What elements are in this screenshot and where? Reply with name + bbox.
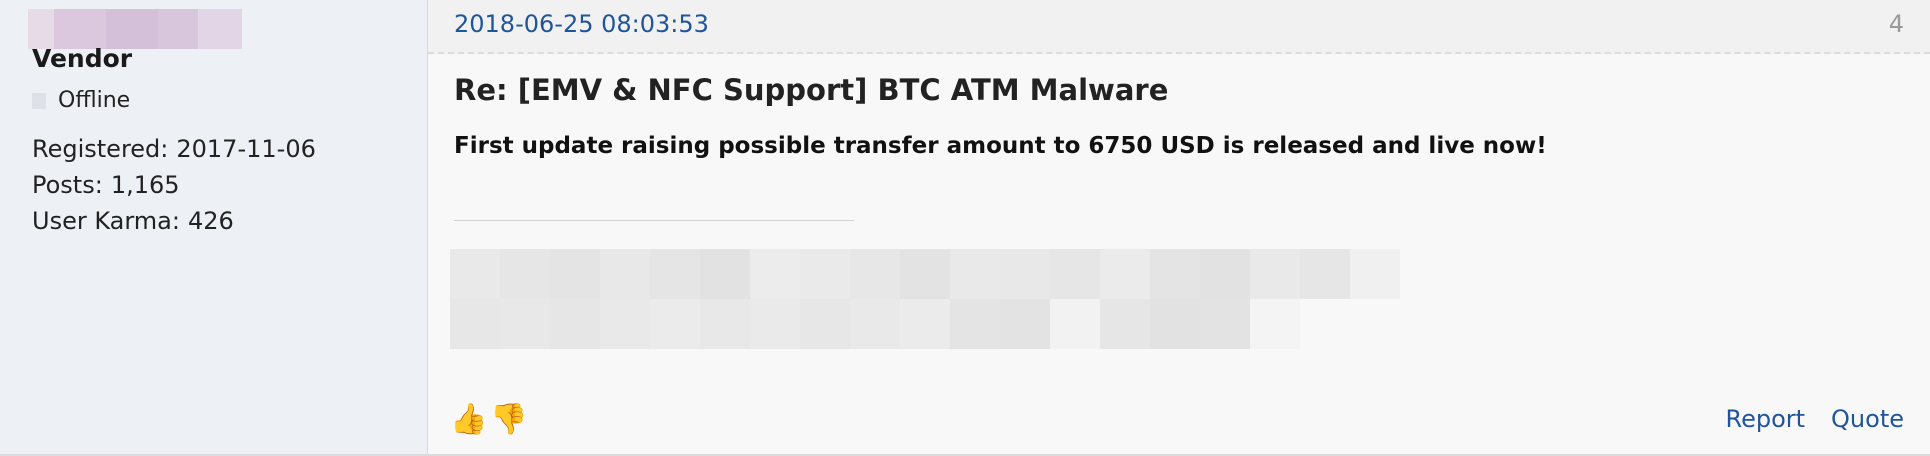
post-date-link[interactable]: 2018-06-25 08:03:53 <box>454 10 709 38</box>
forum-post: Vendor Offline Registered: 2017-11-06 Po… <box>0 0 1930 456</box>
online-status: Offline <box>32 88 130 113</box>
stat-value: 1,165 <box>110 171 180 199</box>
status-indicator-icon <box>32 92 46 109</box>
status-label: Offline <box>58 88 131 113</box>
post-title: Re: [EMV & NFC Support] BTC ATM Malware <box>454 73 1169 107</box>
post-header: 2018-06-25 08:03:53 4 <box>428 0 1930 54</box>
stat-label: Registered: <box>32 135 169 163</box>
signature-divider <box>454 220 854 221</box>
user-stats: Registered: 2017-11-06 Posts: 1,165 User… <box>32 131 316 239</box>
stat-label: User Karma: <box>32 207 180 235</box>
report-link[interactable]: Report <box>1725 405 1805 433</box>
post-text: First update raising possible transfer a… <box>454 133 1547 159</box>
stat-karma: User Karma: 426 <box>32 203 316 239</box>
stat-posts: Posts: 1,165 <box>32 167 316 203</box>
stat-registered: Registered: 2017-11-06 <box>32 131 316 167</box>
thumbs-down-icon[interactable]: 👎 <box>490 400 527 438</box>
user-info-panel: Vendor Offline Registered: 2017-11-06 Po… <box>0 0 428 454</box>
stat-value: 2017-11-06 <box>176 135 316 163</box>
stat-value: 426 <box>187 207 234 235</box>
post-body: 2018-06-25 08:03:53 4 Re: [EMV & NFC Sup… <box>428 0 1930 454</box>
quote-link[interactable]: Quote <box>1831 405 1904 433</box>
blurred-avatar <box>28 9 242 49</box>
stat-label: Posts: <box>32 171 103 199</box>
post-actions: Report Quote <box>1725 405 1904 433</box>
blurred-signature <box>450 249 1450 349</box>
post-number: 4 <box>1888 10 1904 38</box>
username[interactable]: Vendor <box>32 44 132 73</box>
thumbs-up-icon[interactable]: 👍 <box>450 400 487 438</box>
